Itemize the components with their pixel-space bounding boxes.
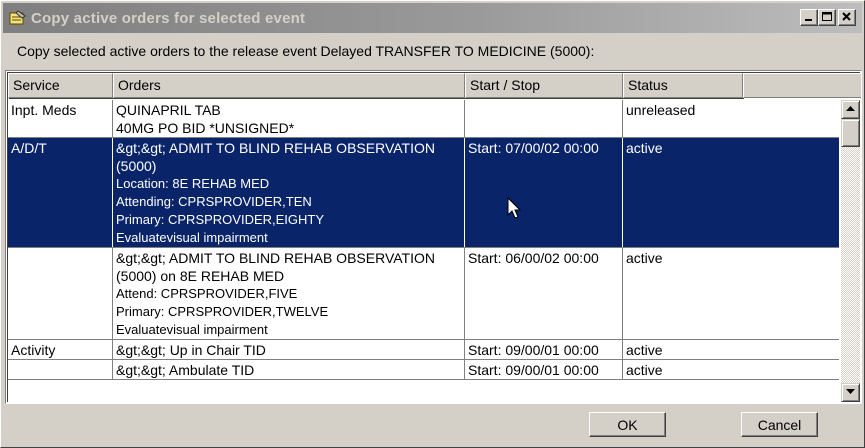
cell-order: &gt;&gt; ADMIT TO BLIND REHAB OBSERVATIO… xyxy=(113,248,465,339)
maximize-icon xyxy=(822,12,832,21)
table-row[interactable]: &gt;&gt; ADMIT TO BLIND REHAB OBSERVATIO… xyxy=(8,248,839,340)
column-header-status[interactable]: Status xyxy=(623,73,743,98)
order-line: Attend: CPRSPROVIDER,FIVE xyxy=(116,286,298,301)
order-line: &gt;&gt; Ambulate TID xyxy=(116,362,255,378)
order-line: &gt;&gt; Up in Chair TID xyxy=(116,342,266,358)
cell-status: active xyxy=(626,362,663,378)
order-line: Primary: CPRSPROVIDER,TWELVE xyxy=(116,304,329,319)
cell-service: Activity xyxy=(8,340,113,359)
minimize-button[interactable] xyxy=(800,9,818,26)
close-icon xyxy=(842,12,851,21)
cell-order: &gt;&gt; Ambulate TID xyxy=(113,360,465,379)
order-line: &gt;&gt; ADMIT TO BLIND REHAB OBSERVATIO… xyxy=(116,140,435,156)
table-row[interactable]: A/D/T &gt;&gt; ADMIT TO BLIND REHAB OBSER… xyxy=(8,138,839,248)
cell-status: active xyxy=(626,250,663,266)
column-header-orders[interactable]: Orders xyxy=(113,73,465,98)
order-line: Evaluatevisual impairment xyxy=(116,230,268,245)
grid-header: Service Orders Start / Stop Status xyxy=(8,73,861,98)
order-line: (5000) on 8E REHAB MED xyxy=(116,268,285,284)
scroll-thumb[interactable] xyxy=(841,119,860,147)
title-buttons xyxy=(800,9,856,26)
mouse-pointer-icon xyxy=(507,197,522,219)
order-line: &gt;&gt; ADMIT TO BLIND REHAB OBSERVATIO… xyxy=(116,250,435,266)
cell-order: &gt;&gt; Up in Chair TID xyxy=(113,340,465,359)
order-line: QUINAPRIL TAB xyxy=(116,102,221,118)
cell-status: active xyxy=(626,342,663,358)
close-button[interactable] xyxy=(838,9,856,26)
dialog-window: Copy active orders for selected event Co… xyxy=(0,0,865,448)
scroll-up-button[interactable] xyxy=(841,100,860,119)
cell-start-stop: Start: 09/00/01 00:00 xyxy=(465,340,623,359)
cell-service xyxy=(8,248,113,339)
order-line: Primary: CPRSPROVIDER,EIGHTY xyxy=(116,212,325,227)
order-line: Location: 8E REHAB MED xyxy=(116,176,270,191)
ok-button[interactable]: OK xyxy=(589,412,666,437)
order-line: (5000) xyxy=(116,158,157,174)
cell-status: active xyxy=(626,140,663,156)
order-line: Evaluatevisual impairment xyxy=(116,322,268,337)
cell-service: A/D/T xyxy=(8,138,113,247)
cell-start-stop xyxy=(465,100,623,137)
column-header-filler xyxy=(743,73,861,98)
orders-grid: Service Orders Start / Stop Status Inpt.… xyxy=(5,70,862,404)
table-row[interactable]: &gt;&gt; Ambulate TID Start: 09/00/01 00:… xyxy=(8,360,839,380)
instruction-label: Copy selected active orders to the relea… xyxy=(17,43,595,59)
grid-frame: Service Orders Start / Stop Status Inpt.… xyxy=(7,72,861,402)
cancel-button[interactable]: Cancel xyxy=(741,412,818,437)
column-header-service[interactable]: Service xyxy=(8,73,113,98)
cell-start-stop: Start: 09/00/01 00:00 xyxy=(465,360,623,379)
cell-order: QUINAPRIL TAB 40MG PO BID *UNSIGNED* xyxy=(113,100,465,137)
cell-status: unreleased xyxy=(626,102,696,118)
grid-rows: Inpt. Meds QUINAPRIL TAB 40MG PO BID *UNSI… xyxy=(8,100,839,402)
cell-order: &gt;&gt; ADMIT TO BLIND REHAB OBSERVATIO… xyxy=(113,138,465,247)
order-line: Attending: CPRSPROVIDER,TEN xyxy=(116,194,312,209)
scroll-down-button[interactable] xyxy=(841,383,860,402)
notepad-icon xyxy=(8,10,26,26)
cell-service: Inpt. Meds xyxy=(8,100,113,137)
order-line: 40MG PO BID *UNSIGNED* xyxy=(116,120,295,136)
minimize-icon xyxy=(805,19,812,21)
title-bar[interactable]: Copy active orders for selected event xyxy=(3,3,862,33)
column-header-start-stop[interactable]: Start / Stop xyxy=(465,73,623,98)
table-row[interactable]: Inpt. Meds QUINAPRIL TAB 40MG PO BID *UNSI… xyxy=(8,100,839,138)
maximize-button[interactable] xyxy=(818,9,836,26)
arrow-up-icon xyxy=(846,106,855,111)
cell-service xyxy=(8,360,113,379)
vertical-scrollbar[interactable] xyxy=(841,100,860,402)
window-title: Copy active orders for selected event xyxy=(31,9,306,27)
table-row[interactable]: Activity &gt;&gt; Up in Chair TID Start: 0… xyxy=(8,340,839,360)
cell-start-stop: Start: 06/00/02 00:00 xyxy=(465,248,623,339)
cell-start-stop: Start: 07/00/02 00:00 xyxy=(465,138,623,247)
arrow-down-icon xyxy=(846,389,855,394)
